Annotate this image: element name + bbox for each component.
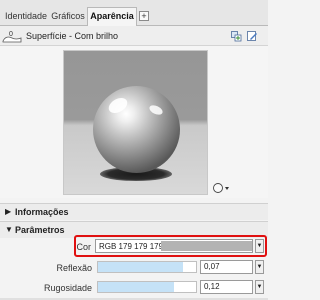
sphere-view-icon[interactable] [212,182,232,194]
reflexao-label: Reflexão [56,263,92,273]
rugosidade-label: Rugosidade [43,283,92,293]
material-badge: 0 [9,31,13,38]
color-swatch[interactable] [161,241,252,251]
section-label: Informações [15,207,69,217]
material-swatch-icon[interactable]: 0 [2,29,22,43]
color-label: Cor [76,242,91,252]
reflexao-slider-fill [98,262,184,272]
material-preview-area [0,46,268,198]
reflexao-slider[interactable] [97,261,197,273]
replace-material-icon[interactable] [231,31,242,42]
color-dropdown-button[interactable]: ▼ [255,239,264,253]
section-informacoes[interactable]: ▶ Informações [0,203,268,220]
reflexao-value-field[interactable]: 0,07 [200,260,253,274]
color-value: RGB 179 179 179 [99,242,164,251]
tab-bar: Identidade Gráficos Aparência + [0,0,268,27]
rugosidade-value-field[interactable]: 0,12 [200,280,253,294]
rugosidade-slider-fill [98,282,175,292]
tab-graficos[interactable]: Gráficos [50,8,86,26]
section-label: Parâmetros [15,225,65,235]
tab-aparencia[interactable]: Aparência [87,7,137,27]
color-field[interactable]: RGB 179 179 179 [95,239,253,253]
reflexao-dropdown-button[interactable]: ▼ [255,260,264,274]
expand-arrow-icon: ▶ [5,207,12,216]
preview-sphere [93,86,180,173]
collapse-arrow-icon: ▼ [5,225,13,234]
add-tab-button[interactable]: + [139,11,149,21]
material-name: Superfície - Com brilho [26,31,119,41]
rugosidade-slider[interactable] [97,281,197,293]
material-header: 0 Superfície - Com brilho [0,26,268,46]
rugosidade-dropdown-button[interactable]: ▼ [255,280,264,294]
material-preview [63,50,208,195]
tab-identidade[interactable]: Identidade [4,8,48,26]
edit-material-icon[interactable] [247,31,258,42]
